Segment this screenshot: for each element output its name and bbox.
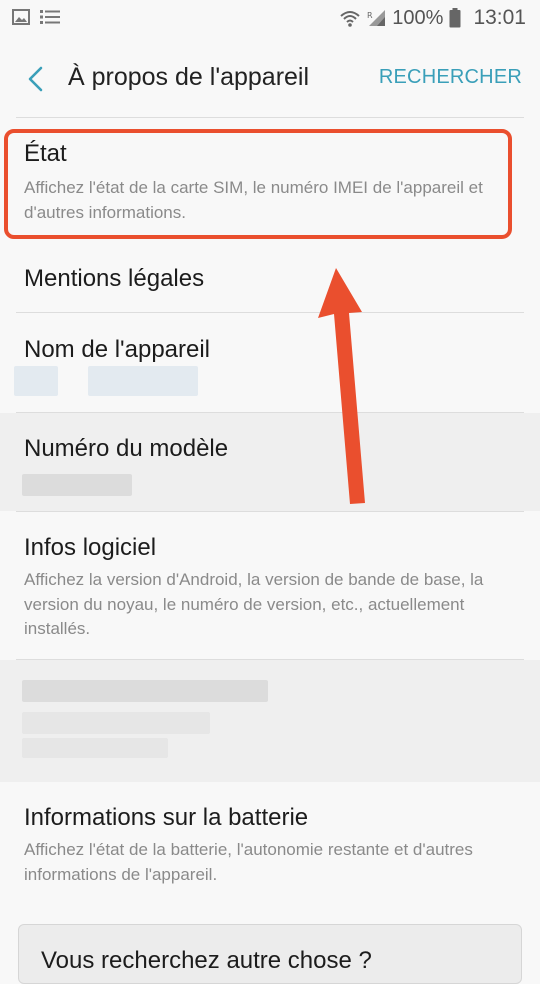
svg-text:R: R [367, 11, 373, 20]
divider [16, 117, 524, 118]
list-item-etat[interactable]: État Affichez l'état de la carte SIM, le… [0, 140, 540, 240]
item-title: État [24, 140, 67, 167]
item-subtitle: Affichez l'état de la carte SIM, le numé… [24, 178, 483, 222]
redacted-block [22, 680, 268, 702]
list-item-infos-logiciel[interactable]: Infos logiciel Affichez la version d'And… [0, 534, 540, 658]
page-title: À propos de l'appareil [68, 63, 310, 91]
help-card[interactable]: Vous recherchez autre chose ? [18, 924, 522, 984]
app-bar: À propos de l'appareil RECHERCHER [0, 38, 540, 118]
item-title: Infos logiciel [24, 534, 157, 561]
list-item-numero-modele: Numéro du modèle [0, 413, 540, 511]
search-button[interactable]: RECHERCHER [379, 66, 522, 89]
item-title: Mentions légales [24, 265, 205, 292]
chevron-left-icon [22, 62, 52, 96]
divider [16, 511, 524, 512]
redacted-block [14, 366, 58, 396]
status-bar: R 100% 13:01 [0, 0, 540, 38]
item-title: Nom de l'appareil [24, 336, 211, 363]
battery-icon [449, 8, 461, 28]
divider [16, 312, 524, 313]
list-item-mentions-legales[interactable]: Mentions légales [0, 265, 540, 311]
item-title: Numéro du modèle [24, 435, 229, 462]
list-icon [40, 9, 60, 25]
help-card-text: Vous recherchez autre chose ? [41, 947, 372, 974]
battery-percent: 100% [392, 6, 444, 29]
image-icon [12, 9, 30, 25]
item-subtitle: Affichez la version d'Android, la versio… [24, 570, 484, 638]
signal-icon: R [366, 9, 386, 27]
clock: 13:01 [473, 6, 526, 29]
redacted-block [88, 366, 198, 396]
redacted-block [22, 712, 210, 734]
wifi-icon [340, 9, 360, 27]
list-item-batterie[interactable]: Informations sur la batterie Affichez l'… [0, 804, 540, 904]
list-item-nom-appareil[interactable]: Nom de l'appareil [0, 336, 540, 412]
back-button[interactable] [22, 62, 52, 96]
redacted-block [22, 738, 168, 758]
redacted-block [22, 474, 132, 496]
item-subtitle: Affichez l'état de la batterie, l'autono… [24, 840, 473, 884]
item-title: Informations sur la batterie [24, 804, 309, 831]
